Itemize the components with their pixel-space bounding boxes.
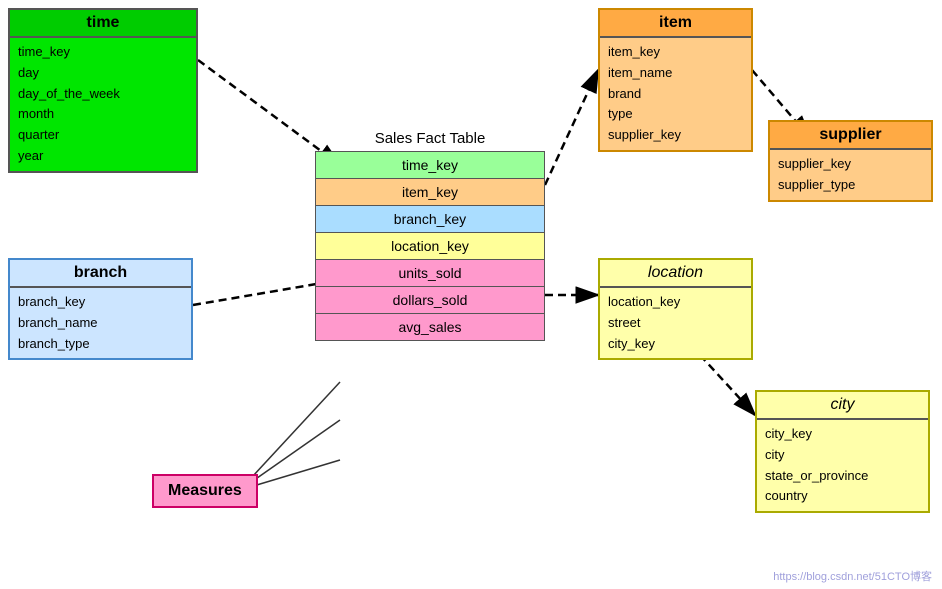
diagram-container: time time_key day day_of_the_week month … xyxy=(0,0,942,589)
watermark: https://blog.csdn.net/51CTO博客 xyxy=(773,568,932,584)
location-body: location_key street city_key xyxy=(600,288,751,358)
item-field-5: supplier_key xyxy=(608,125,743,146)
time-body: time_key day day_of_the_week month quart… xyxy=(10,38,196,171)
city-header: city xyxy=(757,392,928,420)
item-field-4: type xyxy=(608,104,743,125)
branch-body: branch_key branch_name branch_type xyxy=(10,288,191,358)
branch-field-1: branch_key xyxy=(18,292,183,313)
supplier-header: supplier xyxy=(770,122,931,150)
item-field-2: item_name xyxy=(608,63,743,84)
item-header: item xyxy=(600,10,751,38)
time-header: time xyxy=(10,10,196,38)
city-body: city_key city state_or_province country xyxy=(757,420,928,511)
time-field-2: day xyxy=(18,63,188,84)
location-field-3: city_key xyxy=(608,334,743,355)
location-field-2: street xyxy=(608,313,743,334)
fact-row-units-sold: units_sold xyxy=(315,259,545,287)
fact-row-location-key: location_key xyxy=(315,232,545,260)
time-field-5: quarter xyxy=(18,125,188,146)
city-field-3: state_or_province xyxy=(765,466,920,487)
branch-field-2: branch_name xyxy=(18,313,183,334)
time-field-6: year xyxy=(18,146,188,167)
item-body: item_key item_name brand type supplier_k… xyxy=(600,38,751,150)
city-entity: city city_key city state_or_province cou… xyxy=(755,390,930,513)
supplier-body: supplier_key supplier_type xyxy=(770,150,931,200)
time-field-4: month xyxy=(18,104,188,125)
fact-table-title: Sales Fact Table xyxy=(315,130,545,147)
city-field-2: city xyxy=(765,445,920,466)
time-field-1: time_key xyxy=(18,42,188,63)
location-entity: location location_key street city_key xyxy=(598,258,753,360)
location-field-1: location_key xyxy=(608,292,743,313)
supplier-field-2: supplier_type xyxy=(778,175,923,196)
supplier-entity: supplier supplier_key supplier_type xyxy=(768,120,933,202)
branch-header: branch xyxy=(10,260,191,288)
supplier-field-1: supplier_key xyxy=(778,154,923,175)
location-header: location xyxy=(600,260,751,288)
fact-row-dollars-sold: dollars_sold xyxy=(315,286,545,314)
city-field-4: country xyxy=(765,486,920,507)
fact-row-time-key: time_key xyxy=(315,151,545,179)
fact-row-avg-sales: avg_sales xyxy=(315,313,545,341)
branch-field-3: branch_type xyxy=(18,334,183,355)
city-field-1: city_key xyxy=(765,424,920,445)
item-entity: item item_key item_name brand type suppl… xyxy=(598,8,753,152)
branch-entity: branch branch_key branch_name branch_typ… xyxy=(8,258,193,360)
fact-table: Sales Fact Table time_key item_key branc… xyxy=(315,130,545,340)
item-field-1: item_key xyxy=(608,42,743,63)
time-entity: time time_key day day_of_the_week month … xyxy=(8,8,198,173)
measures-label: Measures xyxy=(152,474,258,508)
fact-row-item-key: item_key xyxy=(315,178,545,206)
item-field-3: brand xyxy=(608,84,743,105)
time-field-3: day_of_the_week xyxy=(18,84,188,105)
fact-row-branch-key: branch_key xyxy=(315,205,545,233)
